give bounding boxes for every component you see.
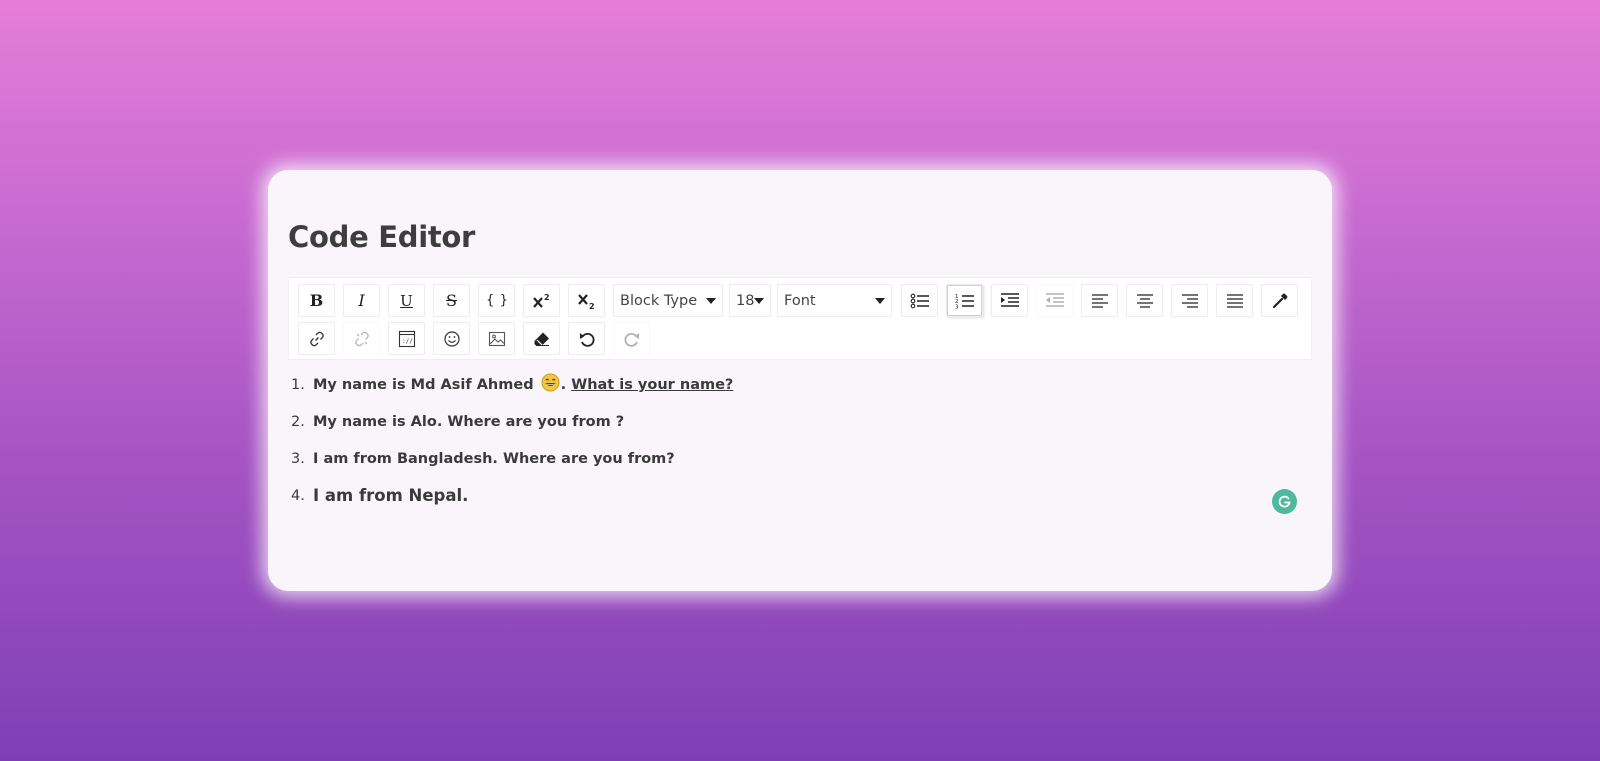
chevron-down-icon (754, 297, 765, 304)
italic-icon: I (358, 291, 365, 310)
color-picker-icon (1272, 293, 1287, 308)
undo-button[interactable] (568, 322, 605, 355)
link-icon (309, 331, 324, 346)
link-button[interactable] (298, 322, 335, 355)
superscript-icon: 2 (532, 293, 550, 308)
chevron-down-icon (875, 297, 885, 304)
grinning-emoji-icon (541, 373, 560, 392)
font-size-select[interactable]: 18 (729, 284, 771, 317)
superscript-button[interactable]: 2 (523, 284, 560, 317)
code-icon: { } (486, 293, 508, 308)
redo-icon (624, 332, 639, 347)
unordered-list-button[interactable] (901, 284, 938, 317)
indent-button[interactable] (991, 284, 1028, 317)
align-right-button[interactable] (1171, 284, 1208, 317)
align-justify-button[interactable] (1216, 284, 1253, 317)
bold-button[interactable]: B (298, 284, 335, 317)
list-text: I am from Bangladesh. Where are you from… (313, 451, 675, 467)
svg-text:3: 3 (955, 304, 959, 310)
image-button[interactable] (478, 322, 515, 355)
redo-button[interactable] (613, 322, 650, 355)
list-text: My name is Md Asif Ahmed (313, 377, 539, 393)
unlink-button[interactable] (343, 322, 380, 355)
eraser-button[interactable] (523, 322, 560, 355)
editor-toolbar: B I U S { } 2 2 Block Type 18 Font 1 2 3… (288, 277, 1312, 360)
embed-button[interactable]: :// (388, 322, 425, 355)
unordered-list-icon (910, 293, 929, 308)
chevron-down-icon (706, 297, 716, 304)
font-family-value: Font (784, 292, 816, 309)
block-type-select[interactable]: Block Type (613, 284, 723, 317)
eraser-icon (534, 332, 549, 346)
underlined-text: What is your name? (571, 377, 734, 393)
emoji-icon (443, 330, 460, 347)
svg-text:://: :// (402, 338, 413, 345)
embed-icon: :// (398, 330, 415, 347)
list-text: My name is Alo. Where are you from ? (313, 414, 625, 430)
outdent-button[interactable] (1036, 284, 1073, 317)
underline-button[interactable]: U (388, 284, 425, 317)
align-center-icon (1136, 293, 1153, 308)
block-type-value: Block Type (620, 292, 698, 309)
underline-icon: U (400, 291, 413, 310)
align-justify-icon (1226, 293, 1243, 308)
strikethrough-icon: S (446, 291, 457, 310)
align-left-button[interactable] (1081, 284, 1118, 317)
grammarly-button[interactable] (1272, 489, 1297, 514)
strikethrough-button[interactable]: S (433, 284, 470, 317)
page-title: Code Editor (288, 220, 476, 254)
italic-button[interactable]: I (343, 284, 380, 317)
align-left-icon (1091, 293, 1108, 308)
subscript-icon: 2 (577, 293, 595, 310)
list-text-punct: . (560, 377, 572, 393)
undo-icon (579, 332, 594, 347)
list-number: 4. (291, 488, 305, 504)
list-item: 3. I am from Bangladesh. Where are you f… (288, 444, 1288, 481)
grammarly-icon (1278, 495, 1291, 508)
svg-text:2: 2 (544, 293, 550, 302)
align-right-icon (1181, 293, 1198, 308)
bold-icon: B (309, 291, 324, 310)
emoji-button[interactable] (433, 322, 470, 355)
list-number: 2. (291, 414, 305, 430)
list-item: 1. My name is Md Asif Ahmed . What is yo… (288, 370, 1288, 407)
ordered-list-button[interactable]: 1 2 3 (946, 284, 983, 317)
editor-content[interactable]: 1. My name is Md Asif Ahmed . What is yo… (288, 370, 1288, 518)
list-item: 2. My name is Alo. Where are you from ? (288, 407, 1288, 444)
unlink-icon (354, 331, 369, 346)
font-family-select[interactable]: Font (777, 284, 892, 317)
svg-text:2: 2 (589, 302, 595, 310)
color-picker-button[interactable] (1261, 284, 1298, 317)
outdent-icon (1045, 292, 1064, 307)
font-size-value: 18 (736, 292, 755, 309)
list-item: 4. I am from Nepal. (288, 481, 1288, 518)
editor-card: Code Editor B I U S { } 2 2 Block Type 1… (268, 170, 1332, 591)
ordered-list: 1. My name is Md Asif Ahmed . What is yo… (288, 370, 1288, 518)
image-icon (488, 331, 505, 346)
indent-icon (1000, 292, 1019, 307)
align-center-button[interactable] (1126, 284, 1163, 317)
list-number: 3. (291, 451, 305, 467)
list-number: 1. (291, 377, 305, 393)
code-button[interactable]: { } (478, 284, 515, 317)
ordered-list-icon: 1 2 3 (955, 294, 974, 310)
subscript-button[interactable]: 2 (568, 284, 605, 317)
list-text: I am from Nepal. (313, 486, 469, 505)
